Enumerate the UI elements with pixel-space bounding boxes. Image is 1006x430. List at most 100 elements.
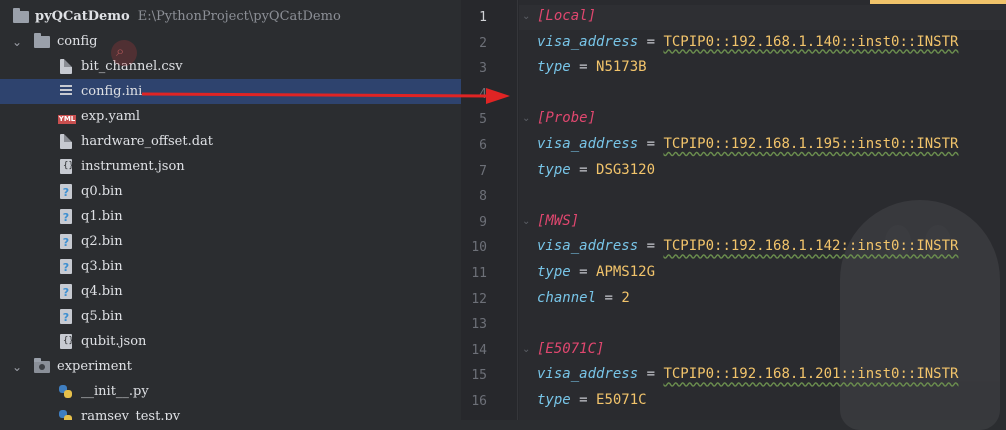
chevron-down-icon[interactable]: ⌄ <box>10 35 24 49</box>
file-icon <box>58 134 74 150</box>
config-value: DSG3120 <box>596 161 656 178</box>
config-key: visa_address <box>537 366 639 383</box>
config-key: type <box>537 161 571 178</box>
tree-root-row[interactable]: pyQCatDemo E:\PythonProject\pyQCatDemo <box>0 4 461 29</box>
tree-folder-row[interactable]: ⌄ experiment <box>0 354 461 379</box>
project-tree: pyQCatDemo E:\PythonProject\pyQCatDemo ⌄ c… <box>0 0 461 420</box>
config-key: visa_address <box>537 238 639 255</box>
fold-icon[interactable]: ⌄ <box>522 113 532 127</box>
penguin-watermark <box>830 180 1006 430</box>
line-number: 7 <box>479 163 487 179</box>
tree-file-row[interactable]: ? q1.bin <box>0 204 461 229</box>
config-key: channel <box>537 289 597 306</box>
unknown-file-icon: ? <box>58 234 74 250</box>
tree-file-row[interactable]: ? q3.bin <box>0 254 461 279</box>
tree-file-row[interactable]: ? q4.bin <box>0 279 461 304</box>
unknown-file-icon: ? <box>58 209 74 225</box>
section-name: [Local] <box>537 8 597 24</box>
equals-sign: = <box>570 59 597 76</box>
chevron-down-icon[interactable]: ⌄ <box>10 360 24 374</box>
key-value-line: type = N5173B <box>537 59 647 75</box>
tree-item-label: exp.yaml <box>81 109 141 124</box>
equals-sign: = <box>638 238 664 255</box>
folder-icon <box>13 8 29 25</box>
fold-icon[interactable]: ⌄ <box>522 216 532 230</box>
tree-file-row[interactable]: ? q0.bin <box>0 179 461 204</box>
tree-item-label: experiment <box>57 359 133 374</box>
line-number: 6 <box>479 138 487 153</box>
equals-sign: = <box>638 366 664 383</box>
fold-icon[interactable]: ⌄ <box>522 11 532 25</box>
tree-file-row[interactable]: __init__.py <box>0 379 461 404</box>
tree-item-label: q5.bin <box>81 309 123 324</box>
yaml-file-icon: YML <box>58 115 76 124</box>
tree-item-label: q1.bin <box>81 209 123 224</box>
python-file-icon <box>58 409 74 420</box>
tree-file-row[interactable]: ? q5.bin <box>0 304 461 329</box>
tree-folder-row[interactable]: ⌄ config <box>0 29 461 54</box>
tree-item-label: q2.bin <box>81 234 123 249</box>
json-file-icon: {} <box>58 159 74 175</box>
line-number: 1 <box>479 10 487 25</box>
unknown-file-icon: ? <box>58 184 74 200</box>
tree-item-label: q0.bin <box>81 184 123 199</box>
tree-file-row[interactable]: bit_channel.csv <box>0 54 461 79</box>
tree-item-label: ramsey_test.py <box>81 409 181 420</box>
config-key: type <box>537 264 571 280</box>
key-value-line: type = DSG3120 <box>537 162 655 178</box>
section-header-line: [Probe] <box>537 110 596 126</box>
tree-file-row[interactable]: ramsey_test.py <box>0 404 461 420</box>
section-header-line: [MWS] <box>537 213 579 229</box>
tree-item-label: config <box>57 34 98 49</box>
project-root-path: E:\PythonProject\pyQCatDemo <box>137 9 341 24</box>
equals-sign: = <box>570 264 597 280</box>
project-root-label: pyQCatDemo E:\PythonProject\pyQCatDemo <box>35 9 341 24</box>
folder-icon <box>34 33 50 50</box>
line-number: 15 <box>471 368 487 384</box>
python-file-icon <box>58 384 74 400</box>
key-value-line: visa_address = TCPIP0::192.168.1.142::in… <box>537 238 958 254</box>
key-value-line: visa_address = TCPIP0::192.168.1.201::in… <box>537 366 958 382</box>
section-header-line: [E5071C] <box>537 341 604 357</box>
package-folder-icon <box>34 358 50 375</box>
section-name: [E5071C] <box>537 340 605 357</box>
settings-file-icon <box>58 84 74 100</box>
line-number: 3 <box>479 61 487 77</box>
equals-sign: = <box>570 161 597 178</box>
config-value: TCPIP0::192.168.1.140::inst0::INSTR <box>663 33 959 50</box>
config-key: visa_address <box>537 33 639 50</box>
equals-sign: = <box>638 33 664 50</box>
line-number: 9 <box>479 214 487 230</box>
line-number: 11 <box>471 266 487 281</box>
line-number: 2 <box>479 35 487 51</box>
tree-file-row[interactable]: ? q2.bin <box>0 229 461 254</box>
json-file-icon: {} <box>58 334 74 350</box>
config-value: 2 <box>621 289 630 306</box>
equals-sign: = <box>570 392 597 408</box>
config-key: type <box>537 392 571 408</box>
line-number: 16 <box>471 394 487 409</box>
config-key: visa_address <box>537 136 639 152</box>
tree-item-label: qubit.json <box>81 334 147 349</box>
section-name: [MWS] <box>537 212 580 229</box>
config-value: TCPIP0::192.168.1.201::inst0::INSTR <box>663 366 959 383</box>
tree-item-label: instrument.json <box>81 159 185 174</box>
unknown-file-icon: ? <box>58 284 74 300</box>
fold-icon[interactable]: ⌄ <box>522 344 532 358</box>
tree-file-row[interactable]: {} qubit.json <box>0 329 461 354</box>
tree-item-label: q3.bin <box>81 259 123 274</box>
key-value-line: channel = 2 <box>537 290 630 306</box>
tree-item-label: __init__.py <box>81 384 149 399</box>
tree-file-row[interactable]: hardware_offset.dat <box>0 129 461 154</box>
tree-file-row[interactable]: YML exp.yaml <box>0 104 461 129</box>
line-number: 10 <box>471 240 487 256</box>
config-value: TCPIP0::192.168.1.142::inst0::INSTR <box>663 238 959 255</box>
section-name: [Probe] <box>537 110 597 127</box>
file-icon <box>58 59 74 75</box>
tree-item-label: q4.bin <box>81 284 123 299</box>
line-number: 14 <box>471 342 487 358</box>
tree-file-row[interactable]: config.ini <box>0 79 461 104</box>
tree-item-label: config.ini <box>81 84 143 99</box>
tree-file-row[interactable]: {} instrument.json <box>0 154 461 179</box>
key-value-line: type = E5071C <box>537 392 647 408</box>
